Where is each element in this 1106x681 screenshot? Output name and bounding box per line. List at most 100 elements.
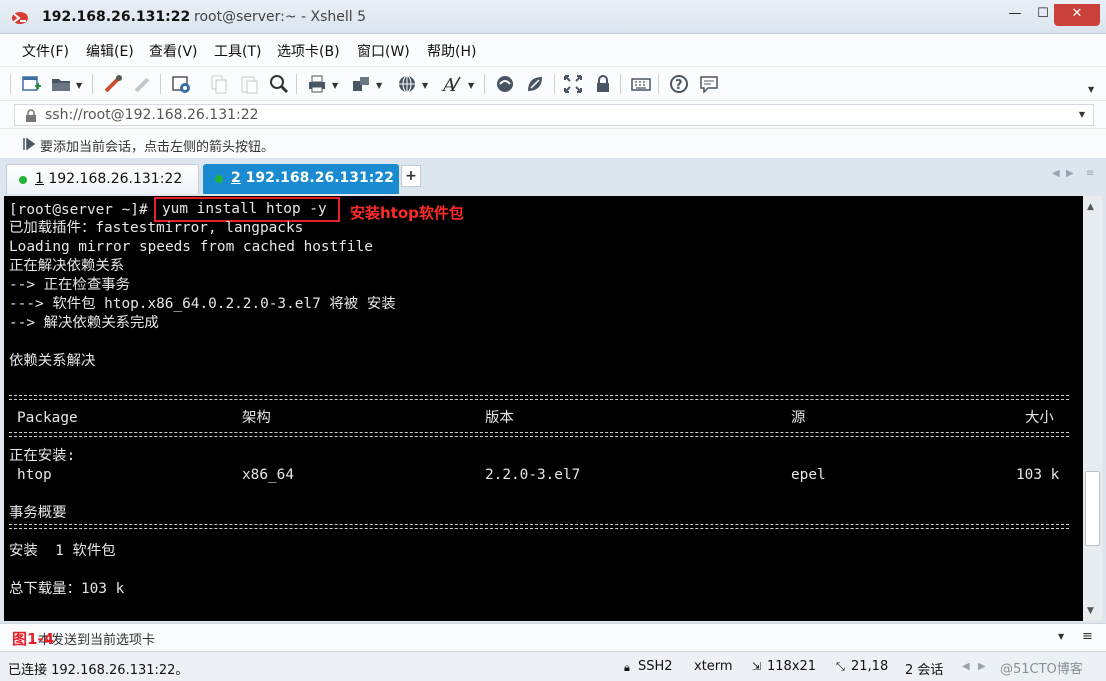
- terminal-type-status: xterm: [694, 659, 733, 674]
- menu-help[interactable]: 帮助(H): [427, 41, 476, 61]
- tab-label: 192.168.26.131:22: [43, 171, 183, 187]
- xftp-icon[interactable]: [494, 73, 516, 95]
- svg-text:?: ?: [675, 78, 683, 93]
- svg-text:A: A: [441, 75, 456, 95]
- connected-status-icon: [19, 176, 27, 184]
- scroll-down-icon[interactable]: ▼: [1087, 606, 1094, 616]
- summary-label: 事务概要: [9, 505, 67, 521]
- tab-number: 1: [35, 171, 44, 187]
- cursor-icon: ⤡: [836, 660, 845, 673]
- help-icon[interactable]: ?: [668, 73, 690, 95]
- tab-scroll-left-icon[interactable]: ◀: [1052, 168, 1060, 179]
- protocol-status: SSH2: [638, 659, 673, 674]
- tab-session-2[interactable]: 2 192.168.26.131:22: [203, 164, 399, 194]
- lock-icon[interactable]: [592, 73, 614, 95]
- tab-list-icon[interactable]: ≡: [1086, 168, 1094, 179]
- terminal-line: 已加载插件：fastestmirror, langpacks: [9, 220, 304, 236]
- total-download: 总下载量：103 k: [9, 581, 125, 597]
- table-rule: [9, 395, 1069, 400]
- scroll-up-icon[interactable]: ▲: [1087, 202, 1094, 212]
- tab-session-1[interactable]: 1 192.168.26.131:22: [6, 164, 199, 194]
- next-session-icon[interactable]: ▶: [978, 661, 986, 672]
- compose-dropdown-icon[interactable]: ▼: [1058, 632, 1064, 641]
- package-name: htop: [17, 467, 52, 483]
- session-count-status: 2 会话: [905, 663, 944, 678]
- table-header-size: 大小: [1025, 410, 1054, 426]
- window-title-host: 192.168.26.131:22: [42, 9, 191, 25]
- terminal-size-status: 118x21: [767, 659, 817, 674]
- connected-status-icon: [215, 175, 223, 183]
- globe-icon[interactable]: [396, 73, 418, 95]
- command-annotation: 安装htop软件包: [350, 204, 464, 222]
- maximize-button[interactable]: ☐: [1030, 4, 1056, 26]
- address-input[interactable]: ssh://root@192.168.26.131:22 ▼: [14, 104, 1094, 126]
- session-hint-bar: 要添加当前会话，点击左侧的箭头按钮。: [0, 128, 1106, 158]
- scroll-thumb[interactable]: [1085, 471, 1100, 546]
- toolbar-overflow-icon[interactable]: ▼: [1088, 85, 1094, 94]
- title-bar: 192.168.26.131:22 root@server:~ - Xshell…: [0, 0, 1106, 34]
- chat-icon[interactable]: [698, 73, 720, 95]
- shell-prompt: [root@server ~]#: [9, 202, 148, 218]
- address-dropdown-icon[interactable]: ▼: [1079, 110, 1085, 119]
- table-header-repo: 源: [791, 410, 806, 426]
- open-dropdown-icon[interactable]: ▼: [76, 81, 82, 90]
- fullscreen-icon[interactable]: [562, 73, 584, 95]
- menu-bar: 文件(F) 编辑(E) 查看(V) 工具(T) 选项卡(B) 窗口(W) 帮助(…: [0, 34, 1106, 66]
- package-repo: epel: [791, 467, 826, 483]
- terminal-line: --> 解决依赖关系完成: [9, 315, 159, 331]
- menu-tabs[interactable]: 选项卡(B): [277, 41, 340, 61]
- font-dropdown-icon[interactable]: ▼: [468, 81, 474, 90]
- package-version: 2.2.0-3.el7: [485, 467, 581, 483]
- arrow-pointer-icon[interactable]: [22, 137, 36, 151]
- new-session-icon[interactable]: [20, 73, 42, 95]
- address-value: ssh://root@192.168.26.131:22: [45, 107, 259, 123]
- package-arch: x86_64: [242, 467, 294, 483]
- menu-view[interactable]: 查看(V): [149, 41, 198, 61]
- cursor-position-status: 21,18: [851, 659, 889, 674]
- add-tab-button[interactable]: +: [401, 165, 421, 187]
- terminal-line: 正在解决依赖关系: [9, 258, 125, 274]
- compose-menu-icon[interactable]: ≡: [1082, 629, 1093, 644]
- tab-label: 192.168.26.131:22: [240, 170, 394, 186]
- keyboard-icon[interactable]: [630, 73, 652, 95]
- print-dropdown-icon[interactable]: ▼: [332, 81, 338, 90]
- address-bar: ssh://root@192.168.26.131:22 ▼: [0, 100, 1106, 128]
- table-rule: [9, 432, 1069, 437]
- transfer-dropdown-icon[interactable]: ▼: [376, 81, 382, 90]
- menu-edit[interactable]: 编辑(E): [86, 41, 134, 61]
- session-hint-text: 要添加当前会话，点击左侧的箭头按钮。: [40, 140, 275, 155]
- find-icon[interactable]: [268, 73, 290, 95]
- menu-file[interactable]: 文件(F): [22, 41, 69, 61]
- properties-icon[interactable]: [170, 73, 192, 95]
- compose-bar[interactable]: 本发送到当前选项卡 图1-4 ▼ ≡: [0, 623, 1106, 651]
- print-icon[interactable]: [306, 73, 328, 95]
- close-button[interactable]: ✕: [1054, 4, 1100, 26]
- toolbar: ▼ ▼ ▼ ▼ A ▼ ? ▼: [0, 66, 1106, 100]
- prev-session-icon[interactable]: ◀: [962, 661, 970, 672]
- xmanager-icon[interactable]: [524, 73, 546, 95]
- minimize-button[interactable]: —: [1002, 4, 1028, 26]
- paste-icon[interactable]: [238, 73, 260, 95]
- reconnect-icon[interactable]: [102, 73, 124, 95]
- disconnect-icon[interactable]: [132, 73, 154, 95]
- connection-status: 已连接 192.168.26.131:22。: [8, 663, 189, 678]
- menu-window[interactable]: 窗口(W): [357, 41, 410, 61]
- menu-tools[interactable]: 工具(T): [214, 41, 261, 61]
- tab-bar: 1 192.168.26.131:22 2 192.168.26.131:22: [0, 158, 1106, 194]
- terminal-output[interactable]: [root@server ~]# yum install htop -y 安装h…: [4, 196, 1083, 621]
- copy-icon[interactable]: [208, 73, 230, 95]
- terminal-line: ---> 软件包 htop.x86_64.0.2.2.0-3.el7 将被 安装: [9, 296, 396, 312]
- globe-dropdown-icon[interactable]: ▼: [422, 81, 428, 90]
- open-folder-icon[interactable]: [50, 73, 72, 95]
- figure-label: 图1-4: [12, 630, 55, 648]
- font-icon[interactable]: A: [440, 73, 462, 96]
- resize-icon: ⇲: [752, 660, 762, 673]
- transfer-icon[interactable]: [350, 73, 372, 95]
- installing-label: 正在安装:: [9, 448, 76, 464]
- terminal-line: 依赖关系解决: [9, 353, 96, 369]
- tab-number: 2: [231, 170, 241, 186]
- terminal-scrollbar[interactable]: ▲ ▼: [1083, 196, 1102, 621]
- tab-scroll-right-icon[interactable]: ▶: [1066, 168, 1074, 179]
- table-header-version: 版本: [485, 410, 514, 426]
- watermark: @51CTO博客: [1000, 662, 1083, 677]
